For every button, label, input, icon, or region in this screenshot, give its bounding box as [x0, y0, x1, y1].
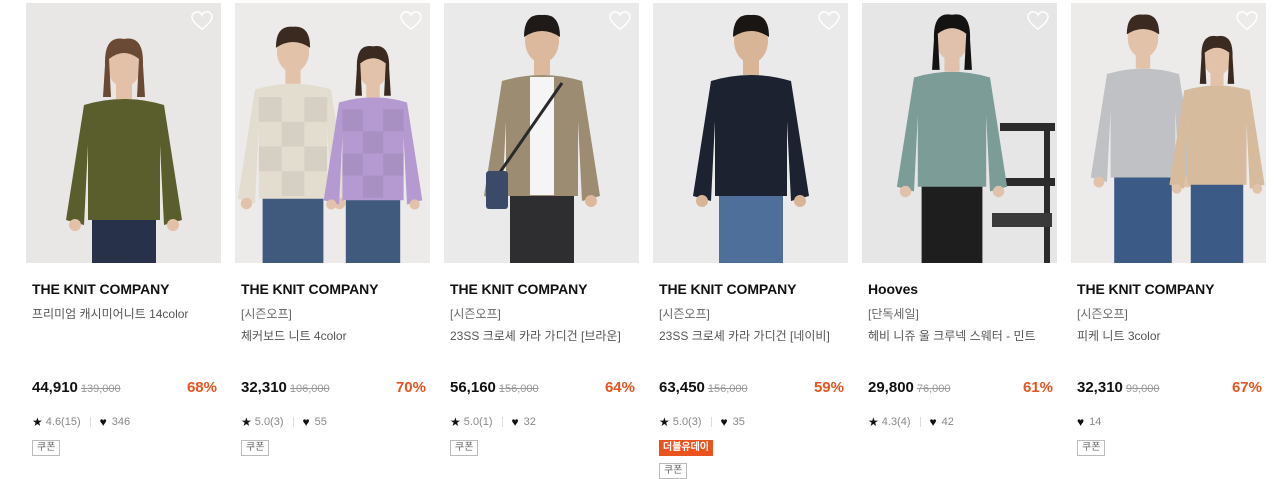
sale-price: 44,910: [32, 379, 78, 396]
product-card[interactable]: Hooves [단독세일] 헤비 니쥬 울 크루넥 스웨터 - 민트 29,800 7…: [862, 3, 1057, 429]
brand-name[interactable]: THE KNIT COMPANY: [1077, 281, 1266, 297]
coupon-badge: 쿠폰: [241, 440, 270, 456]
product-card[interactable]: THE KNIT COMPANY [시즌오프] 23SS 크로셰 카라 가디건 [네…: [653, 3, 848, 479]
product-tag: [시즌오프]: [1077, 307, 1128, 321]
star-icon: ★: [868, 415, 879, 429]
review-meta: ★ 5.0(3) ♥ 35: [659, 415, 745, 429]
like-count: 55: [314, 416, 327, 428]
wishlist-heart-icon[interactable]: [1027, 11, 1049, 31]
product-tag: [시즌오프]: [241, 307, 292, 321]
brand-name[interactable]: Hooves: [868, 281, 1057, 297]
like-count: 346: [111, 416, 131, 428]
like-count: 14: [1089, 416, 1102, 428]
original-price: 156,000: [707, 383, 748, 395]
sale-price: 29,800: [868, 379, 914, 396]
coupon-badge: 쿠폰: [450, 440, 479, 456]
discount-rate: 70%: [395, 379, 426, 396]
price-row: 44,910 139,000 68%: [32, 379, 217, 396]
like-heart-icon: ♥: [929, 415, 937, 429]
sale-price: 32,310: [241, 379, 287, 396]
original-price: 76,000: [916, 383, 951, 395]
review-meta: ★ 4.3(4) ♥ 42: [868, 415, 954, 429]
product-image[interactable]: [1071, 3, 1266, 263]
discount-rate: 64%: [604, 379, 635, 396]
divider: [89, 417, 91, 427]
star-icon: ★: [450, 415, 461, 429]
discount-rate: 61%: [1022, 379, 1053, 396]
sale-price: 32,310: [1077, 379, 1123, 396]
product-image[interactable]: [444, 3, 639, 263]
rating-text: 5.0(3): [254, 416, 284, 428]
product-image[interactable]: [653, 3, 848, 263]
product-card[interactable]: THE KNIT COMPANY [시즌오프] 23SS 크로셰 카라 가디건 [브…: [444, 3, 639, 456]
divider: [501, 417, 503, 427]
product-tag: [시즌오프]: [659, 307, 710, 321]
wishlist-heart-icon[interactable]: [818, 11, 840, 31]
like-count: 32: [523, 416, 536, 428]
price-row: 29,800 76,000 61%: [868, 379, 1053, 396]
divider: [919, 417, 921, 427]
wishlist-heart-icon[interactable]: [609, 11, 631, 31]
price-row: 63,450 156,000 59%: [659, 379, 844, 396]
product-name[interactable]: 헤비 니쥬 울 크루넥 스웨터 - 민트: [868, 327, 1057, 343]
product-card[interactable]: THE KNIT COMPANY [시즌오프] 피케 니트 3color 32,310…: [1071, 3, 1266, 456]
discount-rate: 59%: [813, 379, 844, 396]
original-price: 106,000: [289, 383, 330, 395]
like-count: 42: [941, 416, 954, 428]
discount-rate: 68%: [186, 379, 217, 396]
sale-price: 56,160: [450, 379, 496, 396]
product-image[interactable]: [235, 3, 430, 263]
rating-text: 5.0(1): [463, 416, 493, 428]
wishlist-heart-icon[interactable]: [191, 11, 213, 31]
product-name[interactable]: 피케 니트 3color: [1077, 327, 1266, 343]
discount-rate: 67%: [1231, 379, 1262, 396]
like-count: 35: [732, 416, 745, 428]
brand-name[interactable]: THE KNIT COMPANY: [450, 281, 639, 297]
wishlist-heart-icon[interactable]: [1236, 11, 1258, 31]
original-price: 99,000: [1125, 383, 1160, 395]
price-row: 32,310 106,000 70%: [241, 379, 426, 396]
product-image[interactable]: [862, 3, 1057, 263]
product-grid: THE KNIT COMPANY 프리미엄 캐시미어니트 14color 44,91…: [0, 0, 1282, 479]
rating-text: 5.0(3): [672, 416, 702, 428]
star-icon: ★: [241, 415, 252, 429]
price-row: 32,310 99,000 67%: [1077, 379, 1262, 396]
product-name[interactable]: 23SS 크로셰 카라 가디건 [브라운]: [450, 327, 639, 343]
rating-text: 4.6(15): [45, 416, 81, 428]
like-heart-icon: ♥: [302, 415, 310, 429]
divider: [292, 417, 294, 427]
product-image[interactable]: [26, 3, 221, 263]
review-meta: ★ 4.6(15) ♥ 346: [32, 415, 130, 429]
original-price: 156,000: [498, 383, 539, 395]
original-price: 139,000: [80, 383, 121, 395]
product-name[interactable]: 프리미엄 캐시미어니트 14color: [32, 305, 221, 321]
brand-name[interactable]: THE KNIT COMPANY: [32, 281, 221, 297]
coupon-badge: 쿠폰: [1077, 440, 1106, 456]
product-name[interactable]: 체커보드 니트 4color: [241, 327, 430, 343]
product-tag: [시즌오프]: [450, 307, 501, 321]
product-card[interactable]: THE KNIT COMPANY 프리미엄 캐시미어니트 14color 44,91…: [26, 3, 221, 456]
review-meta: ♥ 14: [1077, 415, 1101, 429]
like-heart-icon: ♥: [99, 415, 107, 429]
brand-name[interactable]: THE KNIT COMPANY: [659, 281, 848, 297]
coupon-badge: 쿠폰: [659, 463, 688, 479]
review-meta: ★ 5.0(3) ♥ 55: [241, 415, 327, 429]
event-badge: 더블유데이: [659, 440, 713, 456]
product-card[interactable]: THE KNIT COMPANY [시즌오프] 체커보드 니트 4color 32,3…: [235, 3, 430, 456]
star-icon: ★: [32, 415, 43, 429]
like-heart-icon: ♥: [720, 415, 728, 429]
product-tag: [단독세일]: [868, 307, 919, 321]
like-heart-icon: ♥: [511, 415, 519, 429]
product-name[interactable]: 23SS 크로셰 카라 가디건 [네이비]: [659, 327, 848, 343]
brand-name[interactable]: THE KNIT COMPANY: [241, 281, 430, 297]
star-icon: ★: [659, 415, 670, 429]
rating-text: 4.3(4): [881, 416, 911, 428]
like-heart-icon: ♥: [1077, 415, 1085, 429]
divider: [710, 417, 712, 427]
wishlist-heart-icon[interactable]: [400, 11, 422, 31]
coupon-badge: 쿠폰: [32, 440, 61, 456]
sale-price: 63,450: [659, 379, 705, 396]
price-row: 56,160 156,000 64%: [450, 379, 635, 396]
review-meta: ★ 5.0(1) ♥ 32: [450, 415, 536, 429]
